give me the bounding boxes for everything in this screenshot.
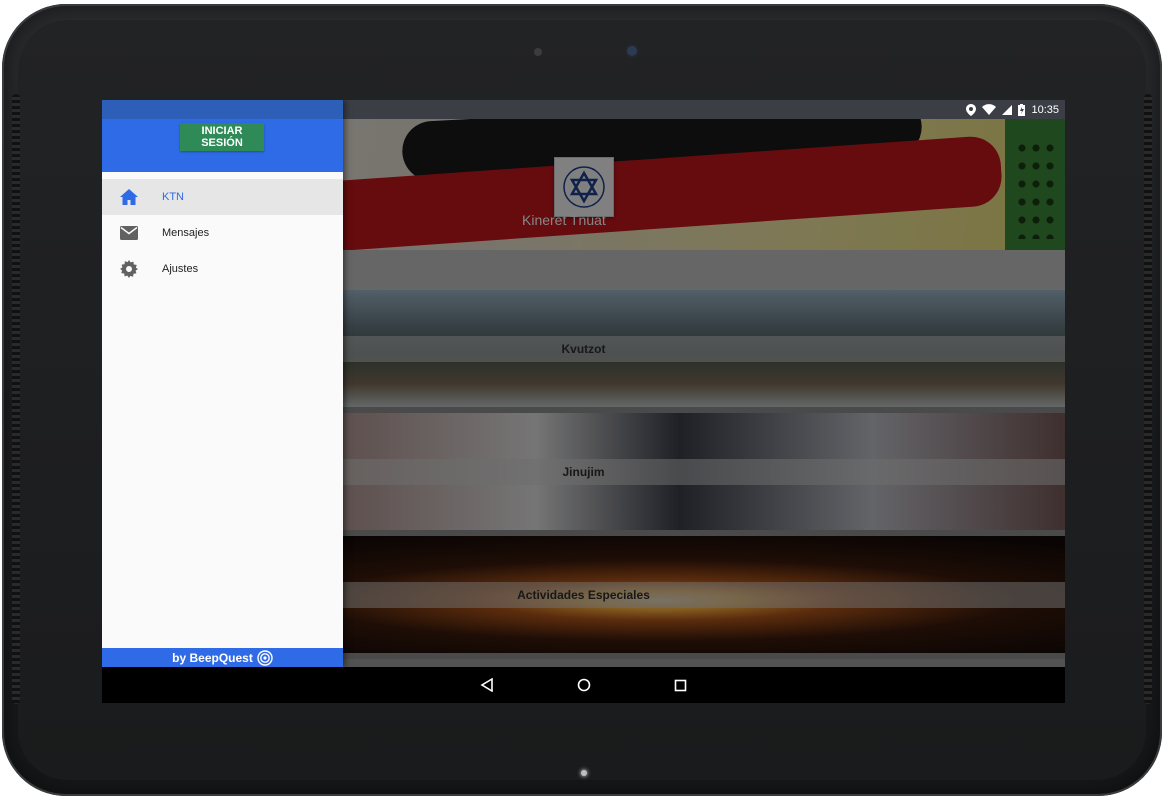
menu-item-label: KTN <box>162 191 184 203</box>
login-button[interactable]: INICIAR SESIÓN <box>180 123 264 151</box>
wifi-icon <box>982 104 997 115</box>
drawer-status-bar <box>102 100 343 119</box>
back-button[interactable] <box>475 673 499 697</box>
menu-item-mensajes[interactable]: Mensajes <box>102 215 343 251</box>
menu-item-ajustes[interactable]: Ajustes <box>102 251 343 287</box>
signal-icon <box>1002 104 1013 115</box>
sensor-icon <box>534 48 542 56</box>
device-screen: 10:35 Kineret Tnuat Kvutzot Jinujim Acti… <box>102 100 1065 703</box>
notification-led <box>581 770 587 776</box>
drawer-menu: KTN Mensajes Ajustes <box>102 179 343 287</box>
menu-item-ktn[interactable]: KTN <box>102 179 343 215</box>
beepquest-logo-icon <box>257 649 273 666</box>
envelope-icon <box>120 224 138 242</box>
location-icon <box>966 103 977 116</box>
drawer-header: INICIAR SESIÓN <box>102 119 343 172</box>
drawer-footer: by BeepQuest <box>102 648 343 667</box>
recents-square-icon <box>674 679 686 691</box>
recents-button[interactable] <box>668 673 692 697</box>
back-triangle-icon <box>480 678 493 692</box>
footer-text: by BeepQuest <box>172 650 253 665</box>
menu-item-label: Ajustes <box>162 263 199 275</box>
front-camera-icon <box>627 46 637 56</box>
menu-item-label: Mensajes <box>162 227 210 239</box>
gear-icon <box>120 260 138 278</box>
home-icon <box>120 188 138 206</box>
status-time: 10:35 <box>1031 103 1059 116</box>
home-nav-button[interactable] <box>572 673 596 697</box>
battery-icon <box>1018 103 1026 116</box>
drawer-scrim[interactable] <box>343 119 1065 667</box>
system-navigation-bar <box>102 667 1065 703</box>
status-icons: 10:35 <box>966 100 1059 119</box>
speaker-grille-left <box>12 94 20 704</box>
home-circle-icon <box>577 678 591 692</box>
speaker-grille-right <box>1144 94 1152 704</box>
navigation-drawer: INICIAR SESIÓN KTN Mensajes Ajustes by B… <box>102 100 343 667</box>
